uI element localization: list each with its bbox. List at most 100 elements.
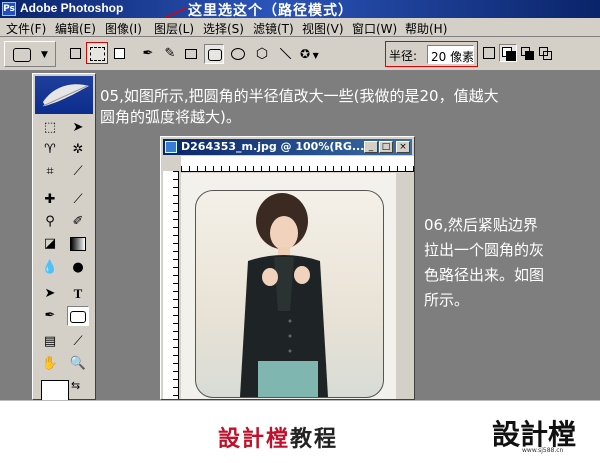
subtract-shape-area-button[interactable] [520,46,534,60]
feather-logo-icon [35,76,93,114]
rectangle-icon [185,49,197,59]
step-05-line-1: 05,如图所示,把圆角的半径值改大一些(我做的是20，值越大 [100,87,499,105]
rounded-rectangle-tool[interactable] [67,306,89,326]
photo-figure [240,193,328,397]
stamp-icon: ⚲ [45,214,55,229]
vertical-ruler [163,171,179,399]
step-05-line-2: 圆角的弧度将越大)。 [100,108,241,126]
menu-view[interactable]: 视图(V) [302,20,344,37]
eraser-tool[interactable]: ◪ [39,234,61,254]
add-to-shape-area-button[interactable] [499,44,517,62]
menu-file[interactable]: 文件(F) [6,20,46,37]
move-tool[interactable]: ➤ [67,118,89,138]
hand-icon: ✋ [41,356,59,371]
custom-shape-tool-button[interactable]: ✪ ▼ [300,46,330,62]
new-shape-icon [483,47,495,59]
menu-filter[interactable]: 滤镜(T) [253,20,294,37]
custom-shape-icon: ✪ [300,47,311,61]
options-bar: ▼ ✒ ✎ ⬡ ✪ ▼ 半径: 20 像素 [0,37,600,71]
paths-icon [90,47,105,61]
crop-icon: ⌗ [46,164,54,179]
fill-pixels-mode-button[interactable] [112,46,126,60]
line-tool-button[interactable] [277,46,293,62]
lasso-icon: ♈ [44,142,56,157]
droplet-icon: 💧 [41,260,59,275]
brand-name: 設計樘 [218,427,291,452]
type-icon: T [73,286,83,301]
menu-layer[interactable]: 图层(L) [154,20,194,37]
step-06-line-2: 拉出一个圆角的灰 [424,241,545,259]
site-logo: 設計樘 www.sj588.cn [492,409,592,457]
footer-banner: 設計樘教程 設計樘 www.sj588.cn [0,400,600,463]
intersect-shape-area-button[interactable] [538,46,552,60]
zoom-tool[interactable]: 🔍 [67,354,89,374]
pen-tool-button[interactable]: ✒ [140,46,156,62]
rounded-rectangle-icon [208,49,222,61]
shape-layer-icon [70,48,81,59]
crop-tool[interactable]: ⌗ [39,162,61,182]
blur-tool[interactable]: 💧 [39,258,61,278]
foreground-color-swatch[interactable] [41,380,69,402]
create-new-shape-area-button[interactable] [482,46,496,60]
freeform-pen-icon: ✎ [164,46,176,61]
gradient-tool[interactable] [67,234,89,254]
pen-tool[interactable]: ✒ [39,306,61,326]
maximize-button[interactable]: □ [379,141,393,153]
horizontal-ruler [181,156,414,172]
menu-help[interactable]: 帮助(H) [405,20,447,37]
menu-edit[interactable]: 编辑(E) [55,20,96,37]
document-icon [165,141,177,153]
rounded-rectangle-icon [70,310,86,323]
zoom-icon: 🔍 [69,356,87,371]
magic-wand-tool[interactable]: ✲ [67,140,89,160]
swap-colors-icon[interactable]: ⇆ [71,379,80,392]
rounded-rectangle-tool-button[interactable] [204,44,224,64]
radius-input[interactable]: 20 像素 [427,45,474,64]
pen-icon: ✒ [44,308,56,323]
freeform-pen-button[interactable]: ✎ [162,46,178,62]
rounded-rectangle-path-photo [195,190,384,398]
history-brush-tool[interactable]: ✐ [67,212,89,232]
logo-url: www.sj588.cn [522,447,564,454]
shape-layers-mode-button[interactable] [68,46,82,60]
brand-title: 設計樘教程 [218,421,338,453]
dodge-tool[interactable]: ● [67,258,89,278]
close-button[interactable]: × [396,141,410,153]
rectangle-tool-button[interactable] [184,48,198,60]
ellipse-tool-button[interactable] [230,47,246,61]
eyedropper-tool[interactable]: ⟋ [67,332,89,352]
notes-icon: ▤ [43,334,57,349]
step-06-line-1: 06,然后紧贴边界 [424,216,538,234]
hand-tool[interactable]: ✋ [39,354,61,374]
menu-window[interactable]: 窗口(W) [352,20,397,37]
chevron-down-icon: ▼ [41,50,48,60]
ellipse-icon [231,48,245,60]
paths-mode-button[interactable] [86,42,108,64]
lasso-tool[interactable]: ♈ [39,140,61,160]
rounded-rect-icon [13,48,31,62]
healing-brush-tool[interactable]: ✚ [39,190,61,210]
clone-stamp-tool[interactable]: ⚲ [39,212,61,232]
chevron-down-icon: ▼ [310,51,319,60]
line-icon [279,47,292,60]
brush-tool[interactable]: ⟋ [67,190,89,210]
tool-preset-picker[interactable]: ▼ [4,41,56,67]
document-canvas[interactable] [181,173,396,399]
slice-icon: ⟋ [73,164,83,179]
minimize-button[interactable]: _ [364,141,378,153]
vertical-scrollbar[interactable] [398,173,414,399]
menu-select[interactable]: 选择(S) [203,20,244,37]
document-window: D264353_m.jpg @ 100%(RG... _ □ × [160,136,415,400]
bandage-icon: ✚ [44,192,56,207]
dodge-icon: ● [72,260,84,275]
brand-suffix: 教程 [290,427,339,452]
polygon-tool-button[interactable]: ⬡ [254,46,270,62]
arrow-icon: ➤ [44,286,56,301]
menu-image[interactable]: 图像(I) [105,20,142,37]
notes-tool[interactable]: ▤ [39,332,61,352]
pen-icon: ✒ [142,46,154,61]
slice-tool[interactable]: ⟋ [67,162,89,182]
path-selection-tool[interactable]: ➤ [39,284,61,304]
marquee-tool[interactable]: ⬚ [39,118,61,138]
type-tool[interactable]: T [67,284,89,304]
